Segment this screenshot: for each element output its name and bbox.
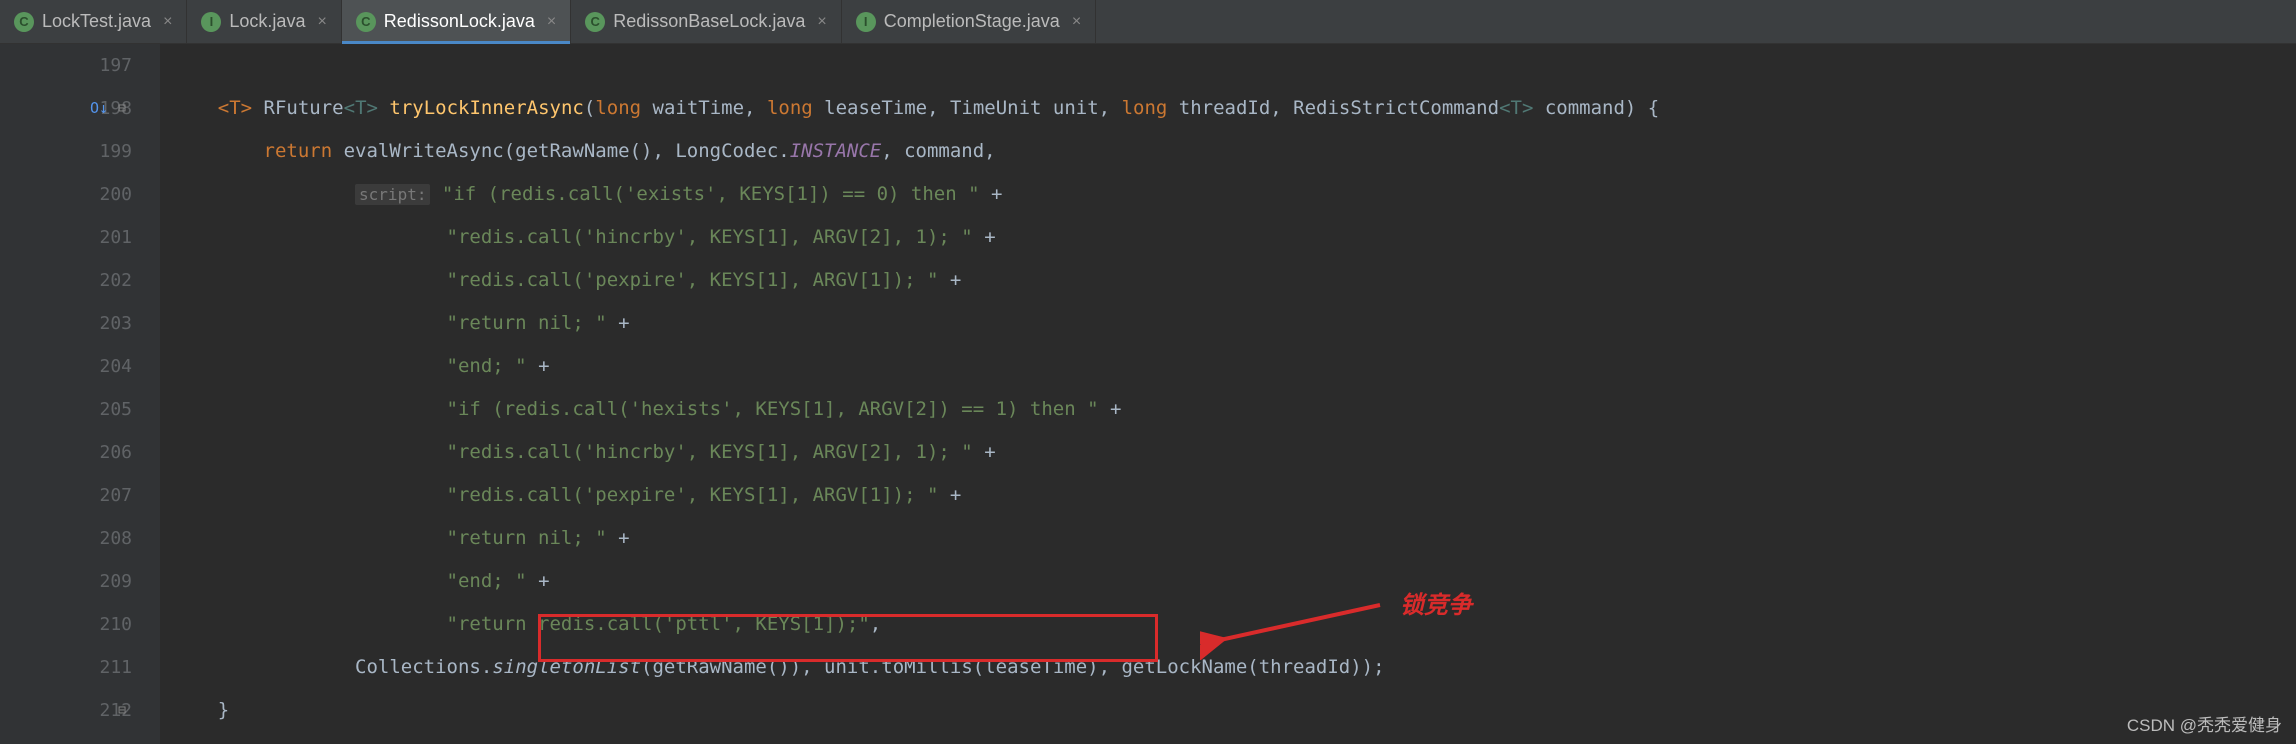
line-number: 208 xyxy=(0,517,132,560)
tab-redissonbaselock[interactable]: C RedissonBaseLock.java × xyxy=(571,0,841,43)
editor-tabs: C LockTest.java × I Lock.java × C Rediss… xyxy=(0,0,2296,44)
tab-lock[interactable]: I Lock.java × xyxy=(187,0,341,43)
override-icon[interactable]: O↓ xyxy=(90,87,108,130)
line-number: 201 xyxy=(0,216,132,259)
code-line: "if (redis.call('hexists', KEYS[1], ARGV… xyxy=(172,388,2296,431)
code-area[interactable]: <T> RFuture<T> tryLockInnerAsync(long wa… xyxy=(160,44,2296,744)
interface-icon: I xyxy=(201,12,221,32)
line-number: 197 xyxy=(0,44,132,87)
tab-completionstage[interactable]: I CompletionStage.java × xyxy=(842,0,1096,43)
line-number: 211 xyxy=(0,646,132,689)
line-number: 202 xyxy=(0,259,132,302)
class-icon: C xyxy=(14,12,34,32)
line-number: 209 xyxy=(0,560,132,603)
annotation-text: 锁竞争 xyxy=(1400,585,1472,620)
tab-label: LockTest.java xyxy=(42,11,151,32)
line-number: 199 xyxy=(0,130,132,173)
line-number: O↓ 198 ⊟ xyxy=(0,87,132,130)
tab-locktest[interactable]: C LockTest.java × xyxy=(0,0,187,43)
code-line: "end; " + xyxy=(172,560,2296,603)
code-line: "redis.call('hincrby', KEYS[1], ARGV[2],… xyxy=(172,431,2296,474)
line-number: 206 xyxy=(0,431,132,474)
close-icon[interactable]: × xyxy=(817,13,826,31)
fold-icon[interactable]: ⊟ xyxy=(118,87,126,130)
tab-redissonlock[interactable]: C RedissonLock.java × xyxy=(342,0,571,43)
code-line: } xyxy=(172,689,2296,732)
close-icon[interactable]: × xyxy=(317,13,326,31)
tab-label: CompletionStage.java xyxy=(884,11,1060,32)
code-line: "return nil; " + xyxy=(172,302,2296,345)
code-editor[interactable]: 197 O↓ 198 ⊟ 199 200 201 202 203 204 205… xyxy=(0,44,2296,744)
tab-label: Lock.java xyxy=(229,11,305,32)
tab-label: RedissonBaseLock.java xyxy=(613,11,805,32)
line-number: 212⊟ xyxy=(0,689,132,732)
line-number: 204 xyxy=(0,345,132,388)
code-line xyxy=(172,44,2296,87)
line-number: 207 xyxy=(0,474,132,517)
line-number: 210 xyxy=(0,603,132,646)
close-icon[interactable]: × xyxy=(163,13,172,31)
line-number: 203 xyxy=(0,302,132,345)
close-icon[interactable]: × xyxy=(547,13,556,31)
code-line: "end; " + xyxy=(172,345,2296,388)
code-line: Collections.singletonList(getRawName()),… xyxy=(172,646,2296,689)
code-line: return evalWriteAsync(getRawName(), Long… xyxy=(172,130,2296,173)
watermark: CSDN @秃秃爱健身 xyxy=(2127,711,2282,736)
code-line: "redis.call('hincrby', KEYS[1], ARGV[2],… xyxy=(172,216,2296,259)
interface-icon: I xyxy=(856,12,876,32)
line-number: 200 xyxy=(0,173,132,216)
class-icon: C xyxy=(585,12,605,32)
class-icon: C xyxy=(356,12,376,32)
code-line: "return redis.call('pttl', KEYS[1]);", xyxy=(172,603,2296,646)
code-line: "return nil; " + xyxy=(172,517,2296,560)
line-gutter: 197 O↓ 198 ⊟ 199 200 201 202 203 204 205… xyxy=(0,44,160,744)
code-line: script: "if (redis.call('exists', KEYS[1… xyxy=(172,173,2296,216)
code-line: <T> RFuture<T> tryLockInnerAsync(long wa… xyxy=(172,87,2296,130)
tab-label: RedissonLock.java xyxy=(384,11,535,32)
line-number: 205 xyxy=(0,388,132,431)
close-icon[interactable]: × xyxy=(1072,13,1081,31)
code-line: "redis.call('pexpire', KEYS[1], ARGV[1])… xyxy=(172,259,2296,302)
fold-icon[interactable]: ⊟ xyxy=(118,689,126,732)
code-line: "redis.call('pexpire', KEYS[1], ARGV[1])… xyxy=(172,474,2296,517)
